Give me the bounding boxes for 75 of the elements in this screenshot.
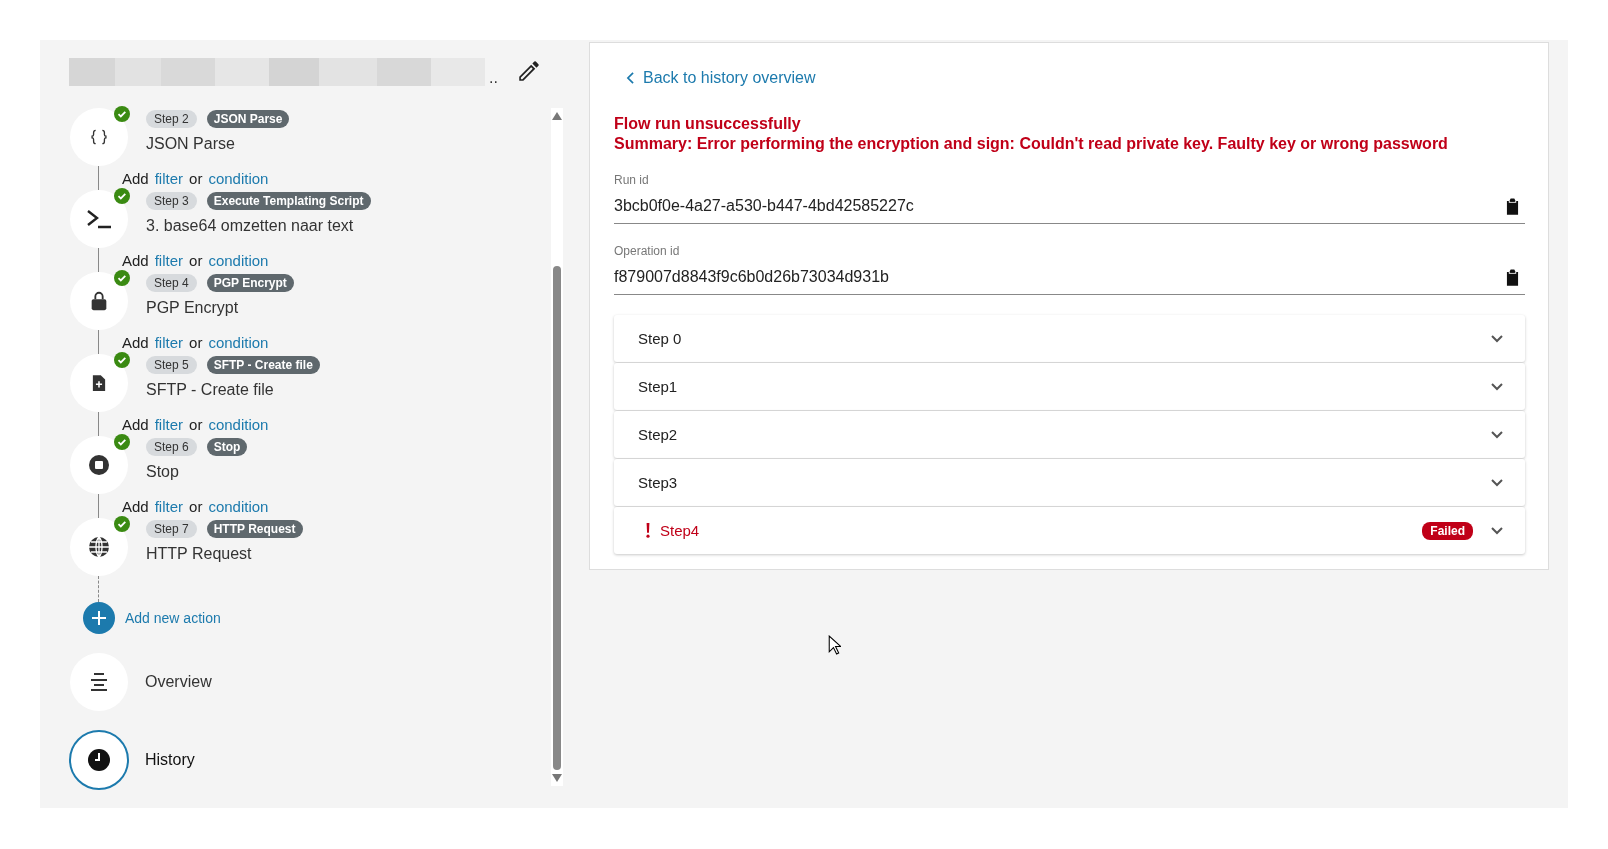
step-accordion-row[interactable]: Step2: [614, 411, 1525, 458]
or-label: or: [189, 169, 203, 187]
add-icon[interactable]: [83, 602, 115, 634]
step-type-tag: PGP Encrypt: [206, 274, 294, 292]
chevron-left-icon: [626, 72, 635, 84]
globe-icon: [87, 535, 111, 559]
filter-link[interactable]: filter: [154, 497, 184, 515]
nav-label[interactable]: History: [128, 751, 195, 769]
nav-node[interactable]: [69, 730, 129, 790]
readonly-field[interactable]: Operation id f879007d8843f9c6b0d26b73034d931b: [614, 244, 1525, 295]
scrollbar[interactable]: [551, 108, 563, 786]
clipboard-icon[interactable]: [1506, 197, 1519, 215]
step-type-tag: Execute Templating Script: [206, 192, 371, 210]
filter-link[interactable]: filter: [154, 169, 184, 187]
step-number-tag: Step 5: [146, 356, 197, 374]
step-accordion-row[interactable]: Step3: [614, 459, 1525, 506]
step-type-tag: JSON Parse: [206, 110, 290, 128]
step-name: Stop: [146, 462, 180, 482]
step-number-tag: Step 6: [146, 438, 197, 456]
status-badge: Failed: [1422, 521, 1473, 540]
error-title: Flow run unsuccessfully: [614, 115, 802, 133]
align-center-icon: [88, 671, 110, 693]
step-name: PGP Encrypt: [146, 298, 240, 318]
step-accordion-row[interactable]: Step1: [614, 363, 1525, 410]
or-label: or: [189, 333, 203, 351]
step-accordion-row[interactable]: Step 0: [614, 315, 1525, 362]
add-label: Add: [122, 169, 149, 187]
chevron-down-icon[interactable]: [1491, 526, 1503, 535]
chevron-down-icon[interactable]: [1491, 430, 1503, 439]
file-plus-icon: [92, 374, 106, 392]
step-number-tag: Step 4: [146, 274, 197, 292]
step-name: HTTP Request: [146, 544, 253, 564]
scroll-up-icon[interactable]: [552, 112, 562, 120]
add-label: Add: [122, 251, 149, 269]
error-summary: Summary: Error performing the encryption and sign: Couldn't read private key. Faulty key or wrong password: [614, 135, 1449, 153]
braces-icon: [89, 127, 109, 147]
condition-link[interactable]: condition: [208, 169, 269, 187]
step-number-tag: Step 2: [146, 110, 197, 128]
scroll-down-icon[interactable]: [552, 774, 562, 782]
clipboard-icon[interactable]: [1506, 268, 1519, 286]
condition-link[interactable]: condition: [208, 497, 269, 515]
or-label: or: [189, 415, 203, 433]
stop-icon: [87, 453, 111, 477]
nav-label[interactable]: Overview: [128, 673, 212, 691]
condition-link[interactable]: condition: [208, 251, 269, 269]
filter-link[interactable]: filter: [154, 251, 184, 269]
add-label: Add: [122, 497, 149, 515]
or-label: or: [189, 497, 203, 515]
chevron-down-icon[interactable]: [1491, 334, 1503, 343]
step-name: SFTP - Create file: [146, 380, 275, 400]
condition-link[interactable]: condition: [208, 333, 269, 351]
chevron-down-icon[interactable]: [1491, 478, 1503, 487]
step-type-tag: SFTP - Create file: [206, 356, 320, 374]
step-name: 3. base64 omzetten naar text: [146, 216, 355, 236]
step-type-tag: HTTP Request: [206, 520, 303, 538]
or-label: or: [189, 251, 203, 269]
mouse-pointer-icon: [828, 635, 841, 655]
clock-icon: [87, 748, 111, 772]
add-new-action-link[interactable]: Add new action: [125, 610, 221, 626]
step-number-tag: Step 3: [146, 192, 197, 210]
step-accordion-row[interactable]: Step4 Failed: [614, 507, 1525, 554]
chevron-down-icon[interactable]: [1491, 382, 1503, 391]
readonly-field[interactable]: Run id 3bcb0f0e-4a27-a530-b447-4bd42585227c: [614, 173, 1525, 224]
step-number-tag: Step 7: [146, 520, 197, 538]
exclamation-icon: [646, 523, 650, 538]
condition-link[interactable]: condition: [208, 415, 269, 433]
add-label: Add: [122, 333, 149, 351]
title-ellipsis: ..: [489, 70, 498, 86]
step-type-tag: Stop: [206, 438, 248, 456]
filter-link[interactable]: filter: [154, 415, 184, 433]
step-name: JSON Parse: [146, 134, 236, 154]
filter-link[interactable]: filter: [154, 333, 184, 351]
terminal-icon: [85, 207, 113, 231]
back-link[interactable]: Back to history overview: [614, 69, 1525, 87]
add-label: Add: [122, 415, 149, 433]
